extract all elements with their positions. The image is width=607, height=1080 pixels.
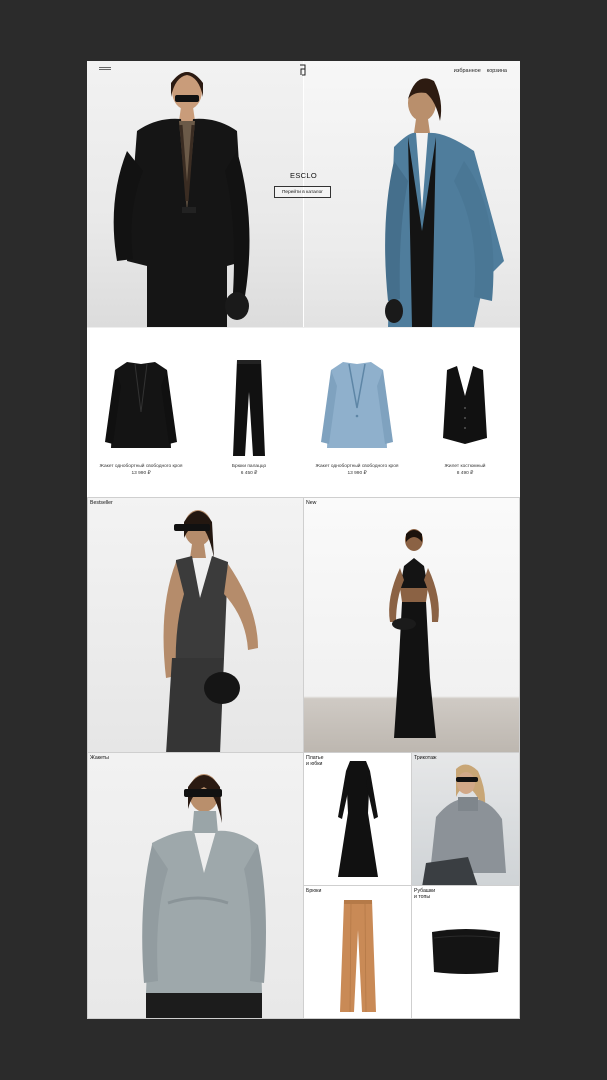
tile-bestseller[interactable]: Bestseller	[87, 497, 304, 753]
dress-icon	[338, 761, 378, 877]
tile-label-new: New	[306, 500, 317, 506]
nav-cart[interactable]: корзина	[487, 68, 507, 74]
tile-shirts[interactable]: Рубашки и топы	[411, 885, 520, 1019]
tile-label-shirts: Рубашки и топы	[414, 888, 436, 900]
hero-section: избранное корзина ESCLO Перейти в катало…	[87, 61, 520, 327]
camel-trousers-icon	[340, 900, 376, 1013]
tile-trousers[interactable]: Брюки	[303, 885, 412, 1019]
product-name: Жилет костюмный	[444, 464, 486, 469]
product-card[interactable]: Брюки палаццо 6 450 ₽	[195, 352, 303, 476]
product-name: Жакет однобортный свободного кроя	[315, 464, 399, 469]
header-nav: избранное корзина	[454, 68, 507, 74]
product-price: 13 990 ₽	[347, 471, 367, 476]
blue-blazer-icon	[321, 362, 393, 448]
black-vest-icon	[443, 366, 487, 444]
hero-title: ESCLO	[290, 171, 317, 180]
black-trousers-icon	[233, 360, 265, 456]
product-price: 6 450 ₽	[240, 471, 258, 476]
tile-dresses[interactable]: Платье и юбки	[303, 752, 412, 886]
new-photo	[389, 529, 439, 738]
tile-label-dresses: Платье и юбки	[306, 755, 324, 767]
product-card[interactable]: Жакет однобортный свободного кроя 13 990…	[303, 352, 411, 476]
tile-new[interactable]: New	[303, 497, 520, 753]
tile-label-knitwear: Трикотаж	[414, 755, 437, 761]
brand-logo-icon[interactable]	[299, 64, 307, 76]
tile-label-jackets: Жакеты	[90, 755, 109, 761]
tile-label-trousers: Брюки	[306, 888, 322, 894]
product-price: 13 990 ₽	[131, 471, 151, 476]
nav-favorites[interactable]: избранное	[454, 68, 481, 74]
product-row: Жакет однобортный свободного кроя 13 990…	[87, 327, 520, 498]
logo-wordmark[interactable]	[99, 67, 111, 71]
top-icon	[432, 929, 500, 974]
tile-label-bestseller: Bestseller	[90, 500, 113, 506]
product-card[interactable]: Жакет однобортный свободного кроя 13 990…	[87, 352, 195, 476]
storefront-page: избранное корзина ESCLO Перейти в катало…	[87, 61, 520, 1019]
product-name: Брюки палаццо	[231, 464, 267, 469]
black-blazer-icon	[105, 362, 177, 448]
product-name: Жакет однобортный свободного кроя	[99, 464, 183, 469]
bestseller-photo	[163, 510, 258, 752]
tile-jackets[interactable]: Жакеты	[87, 752, 304, 1019]
jackets-photo	[142, 774, 266, 1018]
catalog-button[interactable]: Перейти в каталог	[274, 186, 331, 198]
tile-knitwear[interactable]: Трикотаж	[411, 752, 520, 886]
product-price: 8 490 ₽	[456, 471, 474, 476]
hero-image-left	[87, 61, 303, 327]
knitwear-photo	[422, 764, 506, 885]
hero-image-right	[304, 61, 520, 327]
product-card[interactable]: Жилет костюмный 8 490 ₽	[411, 352, 519, 476]
